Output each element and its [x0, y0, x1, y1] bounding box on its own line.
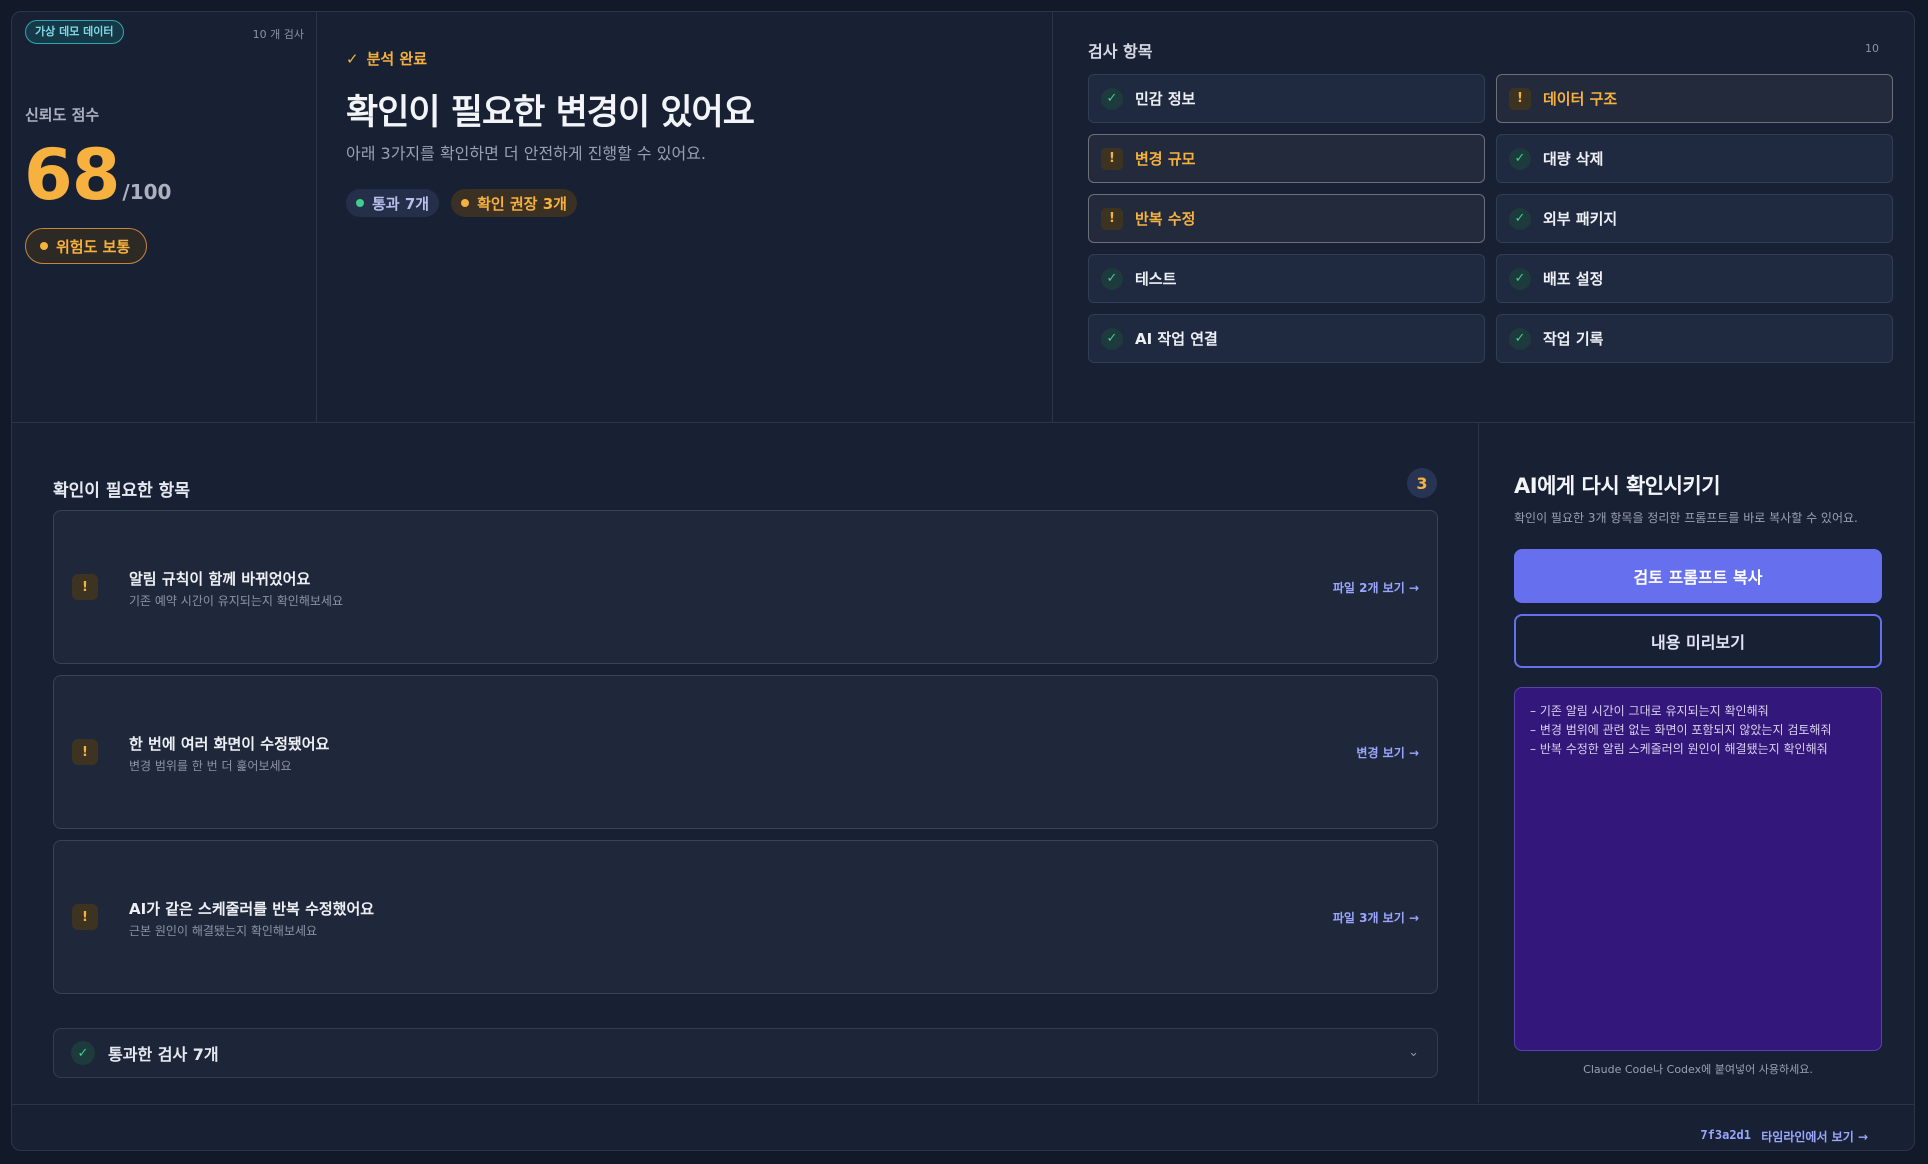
pass-pill: 통과 7개	[346, 189, 440, 217]
ai-panel-description: 확인이 필요한 3개 항목을 정리한 프롬프트를 바로 복사할 수 있어요.	[1514, 511, 1858, 525]
check-item-label: 외부 패키지	[1543, 210, 1618, 228]
check-item[interactable]: ! 반복 수정	[1088, 194, 1485, 243]
score-panel: 가상 데모 데이터 10 개 검사 신뢰도 점수 68 /100 위험도 보통	[12, 12, 317, 422]
usage-hint: Claude Code나 Codex에 붙여넣어 사용하세요.	[1583, 1063, 1813, 1076]
check-grid: ✓ 민감 정보! 데이터 구조! 변경 규모 ✓ 대량 삭제! 반복 수정 ✓ 외부 패키지 ✓ 테…	[1088, 74, 1893, 363]
check-item[interactable]: ✓ 외부 패키지	[1496, 194, 1893, 243]
pass-pill-label: 통과 7개	[372, 194, 430, 213]
passed-checks-toggle[interactable]: ✓ 통과한 검사 7개 ⌄	[53, 1028, 1438, 1078]
footer: 7f3a2d1 타임라인에서 보기 →	[12, 1105, 1914, 1150]
issues-panel: 확인이 필요한 항목 3 ! 알림 규칙이 함께 바뀌었어요 기존 예약 시간이…	[12, 423, 1479, 1103]
check-item[interactable]: ✓ 작업 기록	[1496, 314, 1893, 363]
check-icon: ✓	[1509, 267, 1531, 290]
prompt-line: – 변경 범위에 관련 없는 화면이 포함되지 않았는지 검토해줘	[1530, 723, 1832, 737]
report-window: 가상 데모 데이터 10 개 검사 신뢰도 점수 68 /100 위험도 보통 …	[11, 11, 1915, 1151]
check-icon: ✓	[1509, 327, 1531, 350]
check-item-label: 변경 규모	[1135, 150, 1196, 168]
check-icon: ✓	[1101, 87, 1123, 110]
issues-title: 확인이 필요한 항목	[53, 481, 190, 501]
check-icon: ✓	[1509, 147, 1531, 170]
prompt-line: – 반복 수정한 알림 스케줄러의 원인이 해결됐는지 확인해줘	[1530, 742, 1828, 756]
check-item[interactable]: ✓ 테스트	[1088, 254, 1485, 303]
ai-panel-title: AI에게 다시 확인시키기	[1514, 474, 1721, 498]
ai-recheck-panel: AI에게 다시 확인시키기 확인이 필요한 3개 항목을 정리한 프롬프트를 바…	[1479, 423, 1914, 1103]
check-item[interactable]: ✓ 배포 설정	[1496, 254, 1893, 303]
timeline-link[interactable]: 타임라인에서 보기 →	[1761, 1128, 1868, 1145]
summary-panel: ✓ 분석 완료 확인이 필요한 변경이 있어요 아래 3가지를 확인하면 더 안…	[317, 12, 1053, 422]
check-icon: ✓	[1101, 267, 1123, 290]
issue-title: 알림 규칙이 함께 바뀌었어요	[129, 570, 311, 588]
check-item[interactable]: ! 데이터 구조	[1496, 74, 1893, 123]
analysis-status: ✓ 분석 완료	[346, 48, 427, 69]
preview-button[interactable]: 내용 미리보기	[1514, 614, 1882, 668]
view-files-link[interactable]: 파일 3개 보기 →	[1333, 909, 1419, 926]
check-item-label: 배포 설정	[1543, 270, 1604, 288]
issue-card[interactable]: ! 알림 규칙이 함께 바뀌었어요 기존 예약 시간이 유지되는지 확인해보세요…	[53, 510, 1438, 664]
passed-checks-label: 통과한 검사 7개	[108, 1045, 219, 1064]
score-max: /100	[122, 180, 172, 204]
chevron-down-icon: ⌄	[1408, 1045, 1419, 1060]
demo-data-badge: 가상 데모 데이터	[25, 20, 124, 44]
issue-title: AI가 같은 스케줄러를 반복 수정했어요	[129, 900, 375, 918]
prompt-preview: – 기존 알림 시간이 그대로 유지되는지 확인해줘 – 변경 범위에 관련 없…	[1514, 687, 1882, 1051]
score-value: 68	[24, 134, 120, 216]
status-label: 분석 완료	[366, 50, 428, 68]
check-item[interactable]: ✓ 대량 삭제	[1496, 134, 1893, 183]
check-item[interactable]: ✓ AI 작업 연결	[1088, 314, 1485, 363]
risk-badge: 위험도 보통	[25, 228, 148, 264]
warning-icon: !	[72, 739, 98, 765]
warn-pill: 확인 권장 3개	[451, 189, 577, 217]
check-item-label: 민감 정보	[1135, 90, 1196, 108]
check-item-label: 데이터 구조	[1543, 90, 1618, 108]
check-item[interactable]: ! 변경 규모	[1088, 134, 1485, 183]
warning-icon: !	[1101, 207, 1123, 230]
issues-count-badge: 3	[1407, 468, 1437, 498]
score-row: 68 /100	[24, 140, 171, 210]
checks-title: 검사 항목	[1088, 42, 1153, 61]
view-changes-link[interactable]: 변경 보기 →	[1356, 744, 1419, 761]
score-label: 신뢰도 점수	[25, 106, 100, 124]
check-item-label: 작업 기록	[1543, 330, 1604, 348]
page-subtitle: 아래 3가지를 확인하면 더 안전하게 진행할 수 있어요.	[346, 144, 706, 163]
warning-icon: !	[72, 574, 98, 600]
check-item-label: AI 작업 연결	[1135, 330, 1218, 348]
issue-description: 기존 예약 시간이 유지되는지 확인해보세요	[129, 594, 343, 608]
warning-icon: !	[1509, 87, 1531, 110]
warning-icon: !	[72, 904, 98, 930]
check-item[interactable]: ✓ 민감 정보	[1088, 74, 1485, 123]
checks-count: 10	[1865, 42, 1879, 55]
issue-title: 한 번에 여러 화면이 수정됐어요	[129, 735, 330, 753]
checks-panel: 검사 항목 10 ✓ 민감 정보! 데이터 구조! 변경 규모 ✓ 대량 삭제! 반복 수정…	[1053, 12, 1914, 422]
page-title: 확인이 필요한 변경이 있어요	[346, 93, 755, 133]
check-icon: ✓	[1509, 207, 1531, 230]
check-icon: ✓	[71, 1041, 95, 1065]
check-item-label: 테스트	[1135, 270, 1177, 288]
check-icon: ✓	[346, 49, 359, 68]
check-item-label: 대량 삭제	[1543, 150, 1604, 168]
warning-icon: !	[1101, 147, 1123, 170]
issue-description: 변경 범위를 한 번 더 훑어보세요	[129, 759, 292, 773]
result-pills: 통과 7개 확인 권장 3개	[346, 189, 577, 217]
check-count: 10 개 검사	[252, 28, 304, 41]
issue-card[interactable]: ! 한 번에 여러 화면이 수정됐어요 변경 범위를 한 번 더 훑어보세요 변…	[53, 675, 1438, 829]
copy-prompt-button[interactable]: 검토 프롬프트 복사	[1514, 549, 1882, 603]
warn-pill-label: 확인 권장 3개	[477, 194, 567, 213]
prompt-line: – 기존 알림 시간이 그대로 유지되는지 확인해줘	[1530, 704, 1769, 718]
check-icon: ✓	[1101, 327, 1123, 350]
risk-label: 위험도 보통	[56, 237, 131, 256]
commit-hash: 7f3a2d1	[1700, 1128, 1751, 1142]
pass-dot-icon	[356, 199, 364, 207]
warn-dot-icon	[461, 199, 470, 207]
issue-card[interactable]: ! AI가 같은 스케줄러를 반복 수정했어요 근본 원인이 해결됐는지 확인해…	[53, 840, 1438, 994]
issue-description: 근본 원인이 해결됐는지 확인해보세요	[129, 924, 318, 938]
view-files-link[interactable]: 파일 2개 보기 →	[1333, 579, 1419, 596]
risk-dot-icon	[40, 242, 48, 250]
check-item-label: 반복 수정	[1135, 210, 1196, 228]
